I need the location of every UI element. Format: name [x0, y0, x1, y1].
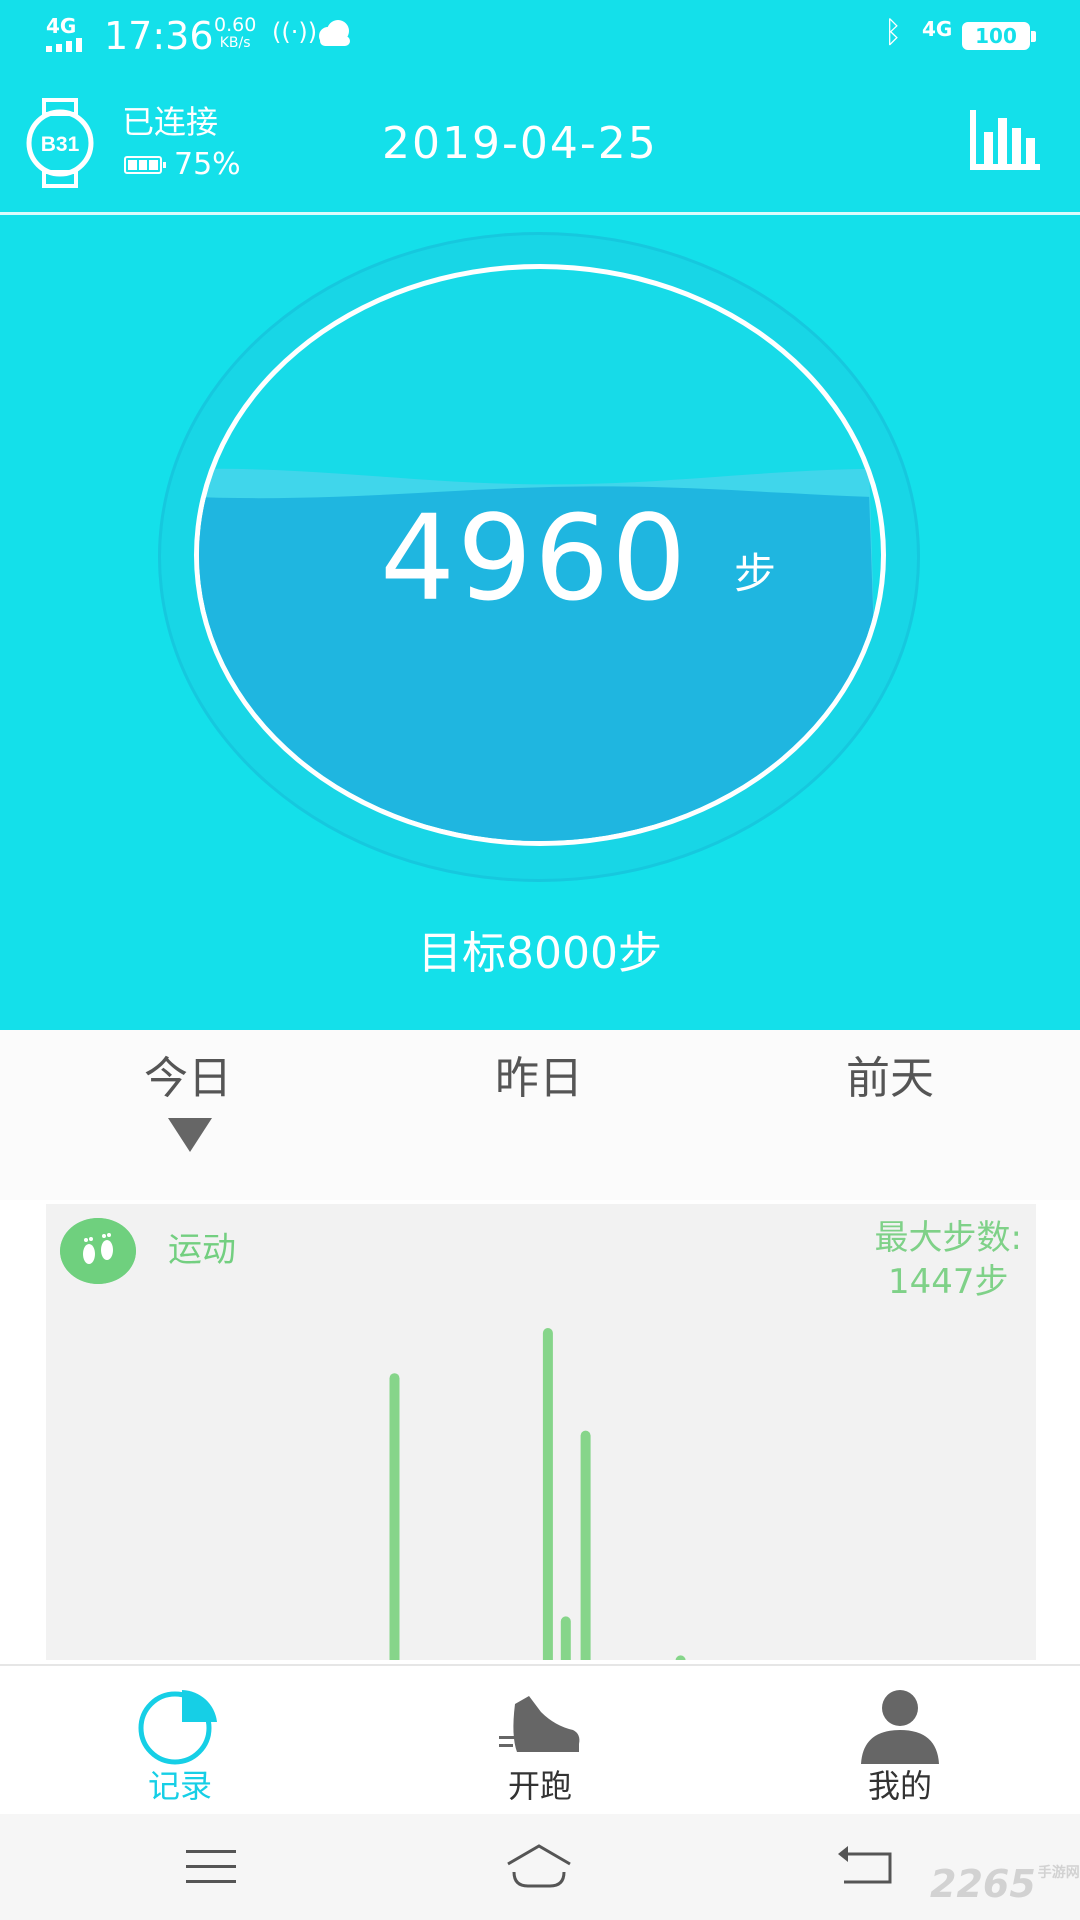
activity-card: 运动 最大步数: 1447步 — [46, 1204, 1036, 1660]
nav-run-label: 开跑 — [507, 1767, 572, 1805]
tab-yesterday[interactable]: 昨日 — [429, 1052, 649, 1106]
watermark: 2265 手游网 — [930, 1862, 1080, 1906]
nav-run[interactable]: 开跑 — [440, 1686, 640, 1806]
watch-icon[interactable]: B31 — [24, 98, 96, 188]
footprint-icon — [60, 1218, 136, 1284]
tab-day-before[interactable]: 前天 — [780, 1052, 1000, 1106]
device-battery-value: 75% — [174, 147, 241, 182]
person-icon — [861, 1690, 939, 1764]
home-icon[interactable] — [504, 1842, 574, 1892]
network-type: 4G — [46, 14, 77, 38]
network-type-right: 4G — [922, 17, 953, 41]
max-steps-value: 1447步 — [888, 1262, 1009, 1302]
step-goal: 目标8000步 — [418, 928, 662, 979]
cloud-icon — [319, 20, 350, 46]
max-steps: 最大步数: 1447步 — [875, 1216, 1022, 1304]
pie-chart-icon — [138, 1690, 217, 1765]
step-count: 4960 — [380, 489, 689, 627]
bluetooth-icon: ᛒ — [884, 15, 902, 50]
back-icon[interactable] — [834, 1842, 904, 1892]
connection-status: 已连接 — [122, 103, 219, 141]
activity-bar-0 — [389, 1373, 400, 1660]
watermark-brand: 2265 — [930, 1862, 1036, 1906]
bar-chart-icon[interactable] — [966, 108, 1042, 174]
battery-icon — [124, 156, 166, 174]
signal-icon — [46, 38, 82, 52]
tab-today[interactable]: 今日 — [78, 1052, 298, 1106]
hotspot-icon: ((·)) — [272, 18, 318, 46]
activity-bar-1 — [542, 1328, 553, 1660]
menu-icon[interactable] — [176, 1842, 246, 1892]
nav-profile[interactable]: 我的 — [800, 1686, 1000, 1806]
selected-tab-indicator — [168, 1118, 212, 1152]
step-unit: 步 — [734, 549, 777, 598]
status-time: 17:36 — [104, 14, 214, 58]
nav-records-label: 记录 — [147, 1767, 212, 1805]
nav-records[interactable]: 记录 — [80, 1686, 280, 1806]
phone-battery: 100 — [962, 22, 1036, 50]
activity-bar-3 — [580, 1430, 591, 1660]
activity-title: 运动 — [168, 1230, 236, 1270]
network-speed: 0.60 KB/s — [214, 14, 257, 52]
header-divider — [0, 212, 1080, 215]
status-bar: 4G 17:36 0.60 KB/s ((·)) ᛒ 4G 100 — [0, 0, 1080, 72]
watermark-suffix: 手游网 — [1037, 1865, 1080, 1881]
activity-bar-4 — [675, 1655, 686, 1660]
running-shoe-icon — [499, 1696, 580, 1752]
device-battery: 75% — [124, 148, 241, 182]
activity-bar-2 — [560, 1616, 571, 1660]
max-steps-label: 最大步数: — [874, 1218, 1022, 1258]
watch-model: B31 — [41, 133, 80, 156]
current-date[interactable]: 2019-04-25 — [382, 118, 658, 170]
nav-profile-label: 我的 — [867, 1767, 932, 1805]
